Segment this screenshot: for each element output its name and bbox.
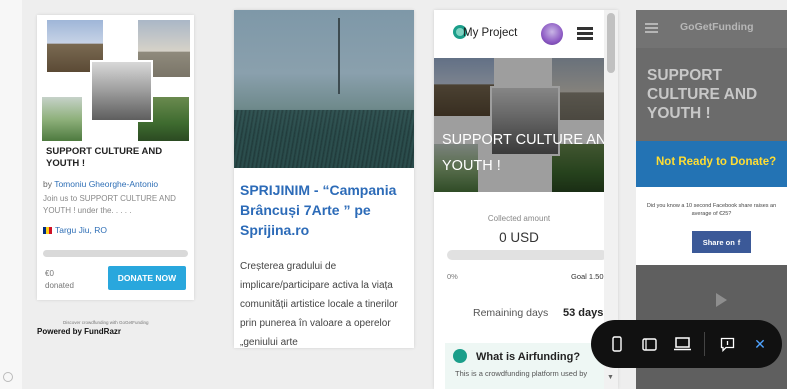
scroll-down-arrow-icon[interactable]: ▼ — [607, 374, 614, 381]
tablet-view-icon[interactable] — [638, 333, 660, 355]
airfunding-mobile-preview[interactable]: My Project SUPPORT CULTURE AND YOUTH ! C… — [434, 10, 618, 389]
campaign-description: Join us to SUPPORT CULTURE AND YOUTH ! u… — [43, 194, 176, 215]
ggf-nav-bar: GoGetFunding — [636, 10, 787, 48]
author-prefix: by — [43, 179, 52, 189]
share-label: Share on — [702, 237, 735, 247]
campaign-title[interactable]: SUPPORT CULTURE AND YOUTH ! — [46, 146, 188, 170]
location-label: Targu Jiu, RO — [55, 225, 107, 235]
mobile-top-bar: My Project — [434, 10, 618, 58]
what-is-airfunding-box: What is Airfunding? This is a crowdfundi… — [445, 343, 605, 389]
facebook-icon: f — [737, 237, 741, 247]
toolbar-divider — [704, 332, 705, 356]
collected-amount-value: 0 USD — [499, 230, 539, 245]
hamburger-menu-icon[interactable] — [577, 27, 593, 40]
grass-field-image — [234, 110, 414, 168]
share-info-text: Did you know a 10 second Facebook share … — [646, 203, 777, 217]
donate-now-button[interactable]: DONATE NOW — [108, 266, 186, 290]
project-collage-image — [42, 20, 190, 141]
ggf-brand-logo[interactable]: GoGetFunding — [680, 21, 754, 33]
device-preview-toolbar: ✕ — [591, 320, 782, 368]
left-dot-icon — [3, 372, 13, 382]
remaining-days-label: Remaining days — [473, 307, 549, 319]
mobile-view-icon[interactable] — [606, 333, 628, 355]
avatar[interactable] — [541, 23, 563, 45]
donated-amount: €0 donated — [45, 268, 74, 292]
funding-goal: Goal 1.50 — [571, 272, 604, 281]
author-link[interactable]: Tomoniu Gheorghe-Antonio — [54, 179, 158, 189]
romania-flag-icon — [43, 226, 52, 234]
close-icon[interactable]: ✕ — [749, 333, 771, 355]
hero-title: SUPPORT CULTURE AND YOUTH ! — [442, 132, 604, 174]
not-ready-label: Not Ready to Donate? — [656, 156, 777, 168]
endless-column-image — [338, 18, 340, 94]
powered-by-fundrazr[interactable]: Powered by FundRazr — [37, 327, 121, 336]
fundrazr-widget-card[interactable]: SUPPORT CULTURE AND YOUTH ! by Tomoniu G… — [37, 15, 194, 300]
location[interactable]: Targu Jiu, RO — [43, 225, 107, 235]
play-icon[interactable] — [716, 293, 727, 307]
not-ready-banner: Not Ready to Donate? — [636, 141, 787, 187]
hero-image: SUPPORT CULTURE AND YOUTH ! — [434, 58, 604, 192]
info-title: What is Airfunding? — [476, 351, 581, 363]
article-image — [234, 10, 414, 168]
funding-percent: 0% — [447, 272, 458, 281]
left-strip — [0, 0, 22, 389]
article-body: Creșterea gradului de implicare/particip… — [240, 261, 398, 348]
article-headline[interactable]: SPRIJINIM - “Campania Brâncuși 7Arte ” p… — [240, 180, 408, 240]
donated-label: donated — [45, 281, 74, 290]
discover-crowdfunding-text[interactable]: Discover crowdfunding with GoGetFunding — [63, 320, 149, 325]
donated-value: €0 — [45, 269, 54, 278]
collected-amount-label: Collected amount — [487, 214, 551, 223]
share-on-facebook-button[interactable]: Share on f — [692, 231, 751, 253]
scrollbar-thumb[interactable] — [607, 13, 615, 73]
remaining-days-value: 53 days — [563, 307, 604, 319]
ggf-headline: SUPPORT CULTURE AND YOUTH ! — [647, 67, 758, 122]
author-line: by Tomoniu Gheorghe-Antonio — [43, 179, 158, 189]
page: SUPPORT CULTURE AND YOUTH ! by Tomoniu G… — [0, 0, 787, 389]
my-project-link[interactable]: My Project — [463, 27, 517, 39]
facebook-share-box: Did you know a 10 second Facebook share … — [636, 187, 787, 265]
feedback-icon[interactable] — [716, 333, 738, 355]
funding-progress-bar — [447, 250, 607, 260]
desktop-view-icon[interactable] — [671, 333, 693, 355]
sprijina-article-card[interactable]: SPRIJINIM - “Campania Brâncuși 7Arte ” p… — [234, 10, 414, 348]
donation-progress-bar — [43, 250, 188, 257]
menu-icon[interactable] — [645, 23, 658, 33]
globe-icon — [453, 349, 467, 363]
info-subtitle: This is a crowdfunding platform used by — [455, 369, 588, 378]
